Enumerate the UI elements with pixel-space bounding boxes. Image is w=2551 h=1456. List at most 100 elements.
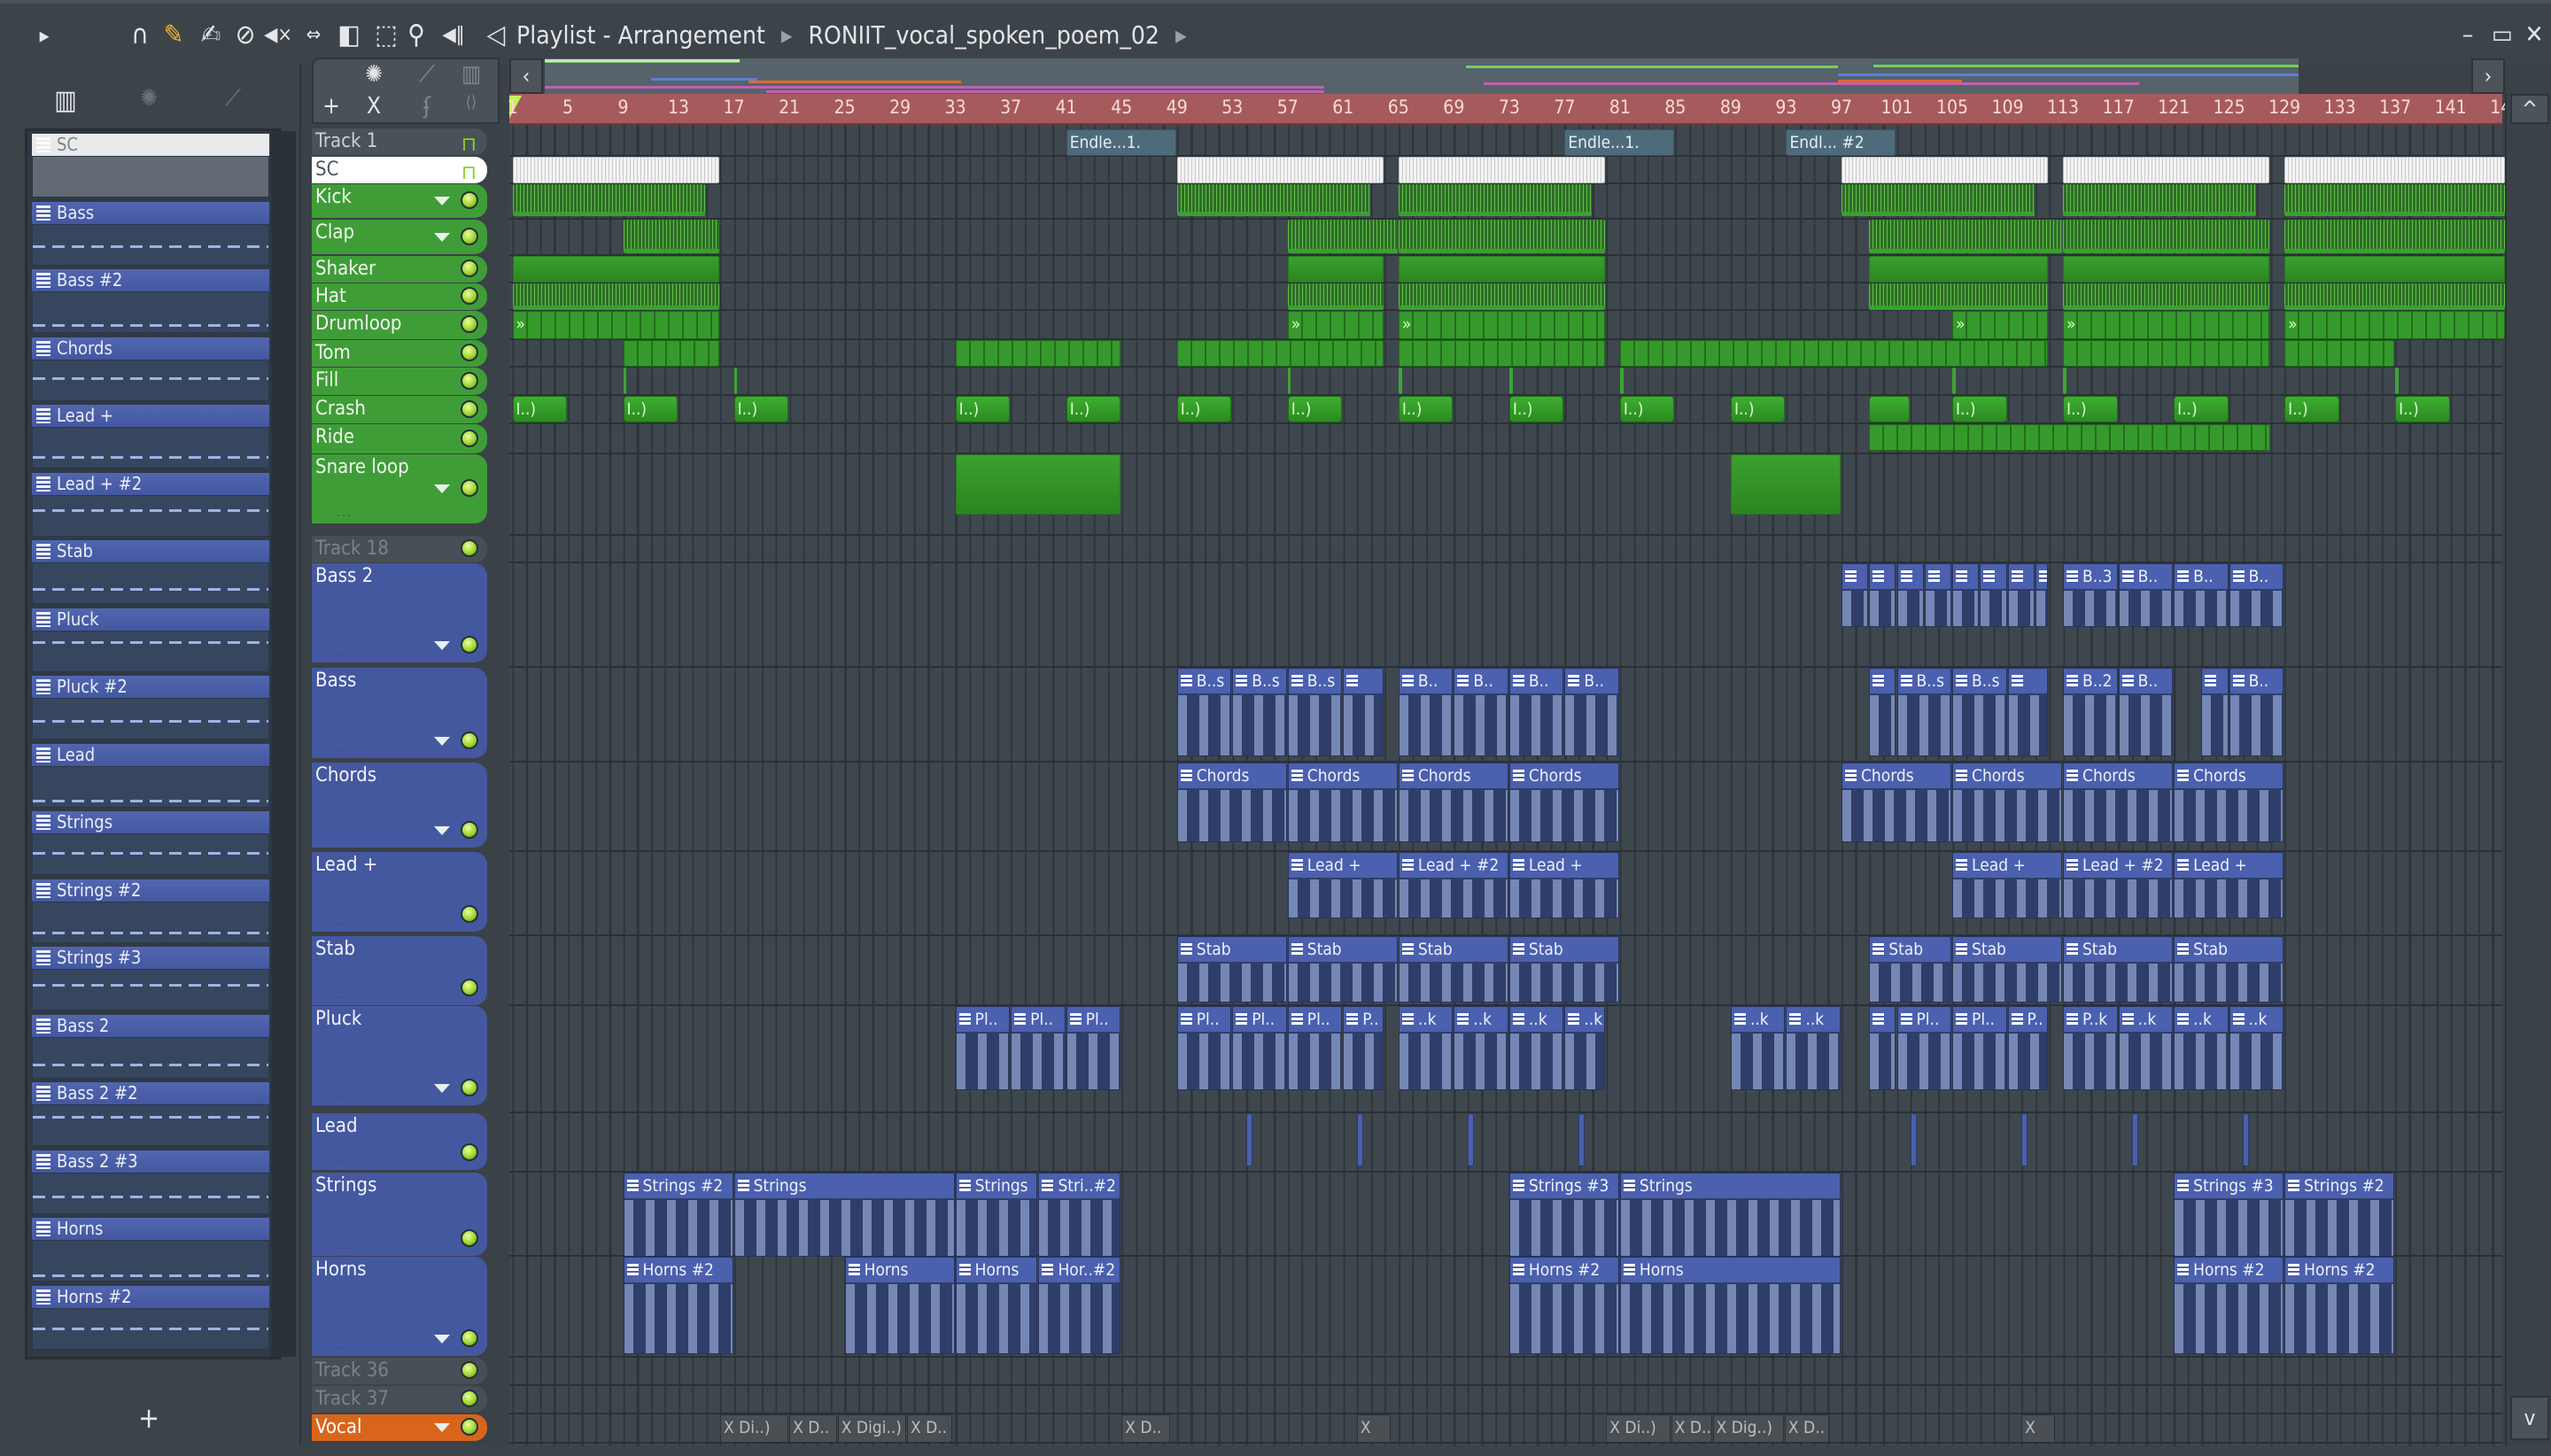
pattern-clip[interactable]: Strings <box>733 1173 955 1257</box>
close-button[interactable]: ✕ <box>2518 19 2550 49</box>
pattern-clip[interactable] <box>1176 340 1384 367</box>
pattern-clip[interactable]: Lead + <box>1508 852 1619 918</box>
pattern-clip[interactable]: Horns <box>1619 1257 1841 1354</box>
pattern-clip[interactable]: Pl.. <box>1066 1006 1121 1090</box>
pattern-clip[interactable]: B..s <box>1232 668 1287 756</box>
track-enable-led[interactable] <box>461 479 478 497</box>
pattern-list-scrollbar[interactable] <box>271 131 296 1357</box>
scroll-up-button[interactable]: ^ <box>2510 94 2549 124</box>
pattern-clip[interactable] <box>1578 1113 1585 1166</box>
pattern-clip[interactable]: ..k <box>2174 1006 2229 1090</box>
minimize-button[interactable]: – <box>2452 19 2484 49</box>
pattern-clip[interactable]: Chords <box>2174 763 2284 842</box>
pattern-clip[interactable] <box>1869 220 2063 253</box>
resize-handle-icon[interactable]: ··· <box>337 745 353 757</box>
pattern-clip[interactable]: » <box>2063 311 2270 339</box>
lock-icon[interactable]: ⊓ <box>461 132 477 155</box>
track-enable-led[interactable] <box>461 371 478 390</box>
pattern-clip[interactable]: B..2 <box>2063 668 2118 756</box>
pattern-clip[interactable] <box>955 340 1121 367</box>
pattern-item[interactable]: Stab <box>32 540 269 604</box>
slip-icon[interactable]: ⇔ <box>296 18 331 53</box>
track-header[interactable]: Hat <box>312 283 487 310</box>
pattern-item[interactable]: Horns #2 <box>32 1285 269 1350</box>
pattern-clip[interactable]: ..k <box>2229 1006 2284 1090</box>
pattern-clip[interactable] <box>1952 563 1980 627</box>
pattern-clip[interactable]: Lead + <box>1287 852 1398 918</box>
pattern-clip[interactable]: Horns <box>844 1257 955 1354</box>
pattern-clip[interactable] <box>1467 1113 1474 1166</box>
pattern-clip[interactable] <box>2007 668 2049 756</box>
track-enable-led[interactable] <box>461 344 478 361</box>
audio-clip[interactable]: X Di..) <box>1606 1414 1671 1443</box>
pattern-item[interactable]: Bass 2 <box>32 1014 269 1079</box>
resize-handle-icon[interactable]: ··· <box>337 510 353 523</box>
pattern-clip[interactable]: Stab <box>1952 936 2063 1003</box>
audio-clip-icon[interactable]: ✺ <box>358 61 390 88</box>
pattern-clip[interactable]: I..) <box>2063 396 2118 422</box>
pattern-clip[interactable]: B.. <box>2118 668 2174 756</box>
track-header[interactable]: Crash <box>312 396 487 423</box>
pattern-clip[interactable]: B..s <box>1896 668 1952 756</box>
pattern-clip[interactable]: I..) <box>623 396 678 422</box>
pattern-clip[interactable] <box>2063 368 2066 394</box>
pattern-clip[interactable]: Pl.. <box>1896 1006 1952 1090</box>
track-header[interactable]: Track 37 <box>312 1386 487 1413</box>
pattern-item[interactable]: Chords <box>32 337 269 401</box>
pattern-clip[interactable] <box>2132 1113 2139 1166</box>
overview-scroll-left[interactable]: ‹ <box>509 58 543 94</box>
pattern-clip[interactable]: B.. <box>2229 563 2284 627</box>
arrangement-overview[interactable] <box>545 58 2299 94</box>
track-enable-led[interactable] <box>461 539 478 557</box>
pattern-item[interactable]: Strings <box>32 811 269 875</box>
pattern-clip[interactable]: I..) <box>1176 396 1232 422</box>
pattern-clip[interactable] <box>1869 1006 1896 1090</box>
track-header[interactable]: Fill <box>312 368 487 395</box>
pattern-clip[interactable] <box>1245 1113 1252 1166</box>
pattern-clip[interactable]: I..) <box>1398 396 1454 422</box>
paint-brush-icon[interactable]: ✍ <box>193 18 229 53</box>
speaker-icon[interactable]: ◁ <box>478 18 514 53</box>
vertical-scrollbar[interactable]: ^ v <box>2505 94 2551 1445</box>
pattern-clip[interactable]: Stab <box>1287 936 1398 1003</box>
resize-handle-icon[interactable]: ··· <box>337 834 353 847</box>
audio-clip[interactable]: X D.. <box>789 1414 837 1443</box>
pattern-clip[interactable]: Stab <box>1869 936 1951 1003</box>
pattern-clip[interactable] <box>1508 368 1513 394</box>
pattern-clip[interactable] <box>1398 256 1606 283</box>
pattern-clip[interactable] <box>1952 368 1956 394</box>
resize-handle-icon[interactable]: ··· <box>337 649 353 662</box>
pattern-clip[interactable] <box>1869 283 2049 310</box>
pattern-item[interactable]: Pluck <box>32 608 269 672</box>
automation-clip[interactable]: Endl... #2 <box>1786 129 1896 156</box>
dropdown-arrow-icon[interactable] <box>434 484 450 493</box>
pattern-item[interactable]: Lead + <box>32 405 269 469</box>
pattern-clip[interactable]: Pl.. <box>1952 1006 2007 1090</box>
pattern-item[interactable]: Bass <box>32 201 269 266</box>
resize-handle-icon[interactable]: ··· <box>337 1092 353 1104</box>
pattern-clip[interactable] <box>1841 184 2035 216</box>
track-enable-led[interactable] <box>461 1361 478 1379</box>
add-track-button[interactable]: + <box>315 93 347 120</box>
pattern-clip[interactable] <box>1287 283 1384 310</box>
pattern-clip[interactable] <box>1730 454 1841 515</box>
pattern-clip[interactable] <box>623 368 627 394</box>
dropdown-arrow-icon[interactable] <box>434 1084 450 1093</box>
automation-clip[interactable]: Endle...1. <box>1066 129 1176 156</box>
pattern-clip[interactable]: B.. <box>1454 668 1508 756</box>
track-enable-led[interactable] <box>461 1079 478 1096</box>
track-enable-led[interactable] <box>461 732 478 749</box>
pattern-clip[interactable] <box>2021 1113 2028 1166</box>
pattern-clip[interactable]: B.. <box>1508 668 1564 756</box>
pattern-item[interactable]: Bass 2 #3 <box>32 1150 269 1214</box>
pattern-clip[interactable] <box>2007 563 2035 627</box>
pattern-item[interactable]: SC <box>32 134 269 197</box>
track-header[interactable]: Strings ··· <box>312 1173 487 1256</box>
dropdown-arrow-icon[interactable] <box>434 197 450 205</box>
automation-clip[interactable]: Endle...1. <box>1564 129 1675 156</box>
pattern-clip[interactable]: Stab <box>1398 936 1508 1003</box>
pattern-clip[interactable]: B.. <box>1398 668 1454 756</box>
pattern-clip[interactable] <box>2284 340 2395 367</box>
pattern-clip[interactable] <box>1176 157 1384 183</box>
playlist-grid[interactable]: Endle...1. Endle...1. Endl... #2 » » » » » » I..)… <box>509 125 2506 1445</box>
